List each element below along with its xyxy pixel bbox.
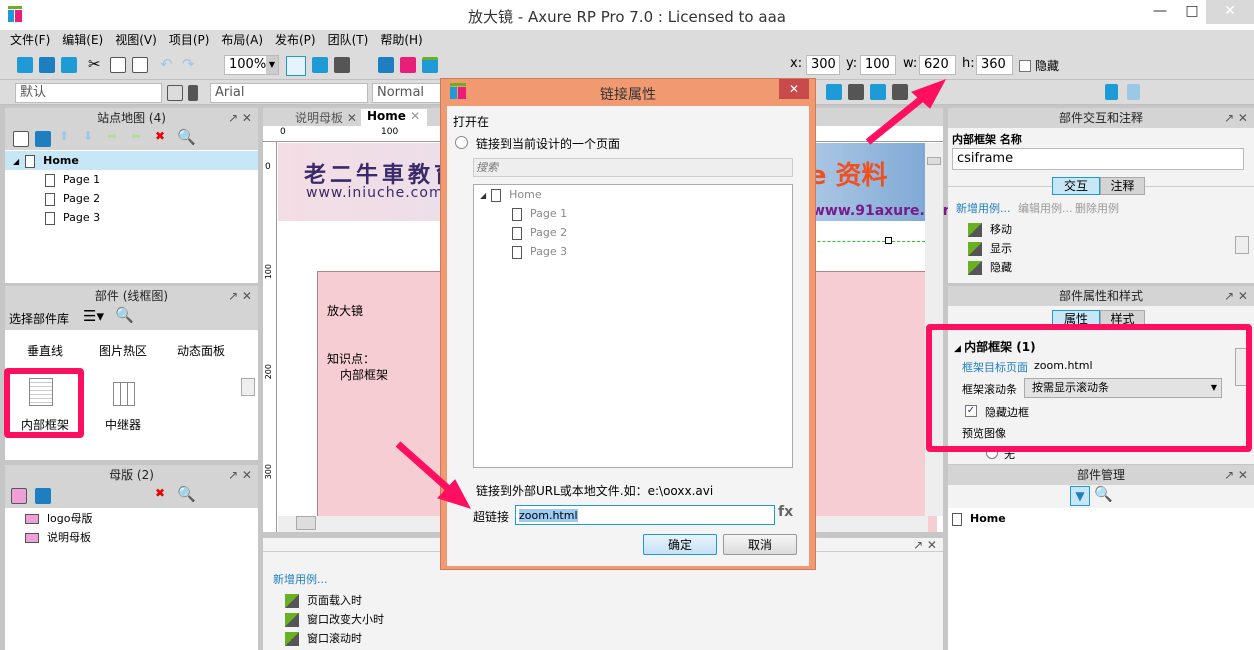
arrow-to-hyperlink bbox=[395, 441, 455, 495]
annotation-arrows bbox=[395, 79, 947, 509]
arrow-to-size-fields bbox=[865, 93, 928, 145]
